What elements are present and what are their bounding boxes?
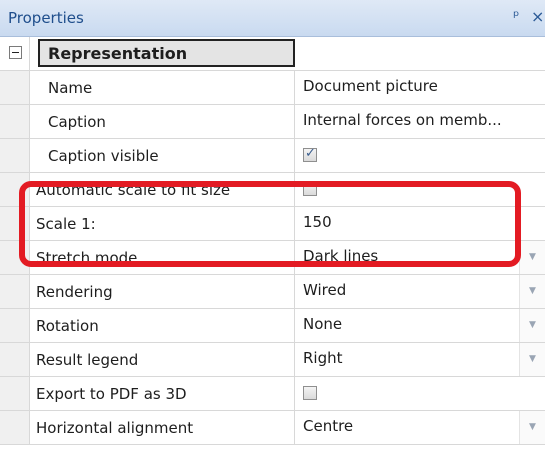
export-pdf-3d-checkbox[interactable] xyxy=(303,386,317,400)
panel-title: Properties xyxy=(8,9,84,27)
property-value xyxy=(295,139,545,172)
property-value[interactable]: Dark lines ▼ xyxy=(295,241,545,274)
property-name: Scale 1: xyxy=(30,207,295,240)
dropdown-arrow-icon[interactable]: ▼ xyxy=(519,411,545,444)
property-row-export-pdf-3d[interactable]: Export to PDF as 3D xyxy=(0,377,545,411)
category-row-representation[interactable]: Representation xyxy=(0,37,545,71)
property-value[interactable]: None ▼ xyxy=(295,309,545,342)
pin-icon[interactable]: ᵖ xyxy=(513,7,519,25)
property-row-caption[interactable]: Caption Internal forces on memb... xyxy=(0,105,545,139)
dropdown-value: Wired xyxy=(303,281,347,299)
property-name: Caption visible xyxy=(30,139,295,172)
property-name: Rendering xyxy=(30,275,295,308)
row-gutter xyxy=(0,377,30,410)
row-gutter xyxy=(0,411,30,444)
property-name: Export to PDF as 3D xyxy=(30,377,295,410)
property-row-caption-visible[interactable]: Caption visible xyxy=(0,139,545,173)
property-row-automatic-scale[interactable]: Automatic scale to fit size xyxy=(0,173,545,207)
property-name: Caption xyxy=(30,105,295,138)
property-name: Horizontal alignment xyxy=(30,411,295,444)
property-value[interactable]: Internal forces on memb... xyxy=(295,105,545,138)
row-gutter xyxy=(0,139,30,172)
row-gutter xyxy=(0,343,30,376)
automatic-scale-checkbox[interactable] xyxy=(303,182,317,196)
dropdown-arrow-icon[interactable]: ▼ xyxy=(519,275,545,308)
row-gutter xyxy=(0,275,30,308)
category-gutter xyxy=(0,37,30,70)
property-row-rotation[interactable]: Rotation None ▼ xyxy=(0,309,545,343)
row-gutter xyxy=(0,207,30,240)
row-gutter xyxy=(0,309,30,342)
property-value[interactable]: Centre ▼ xyxy=(295,411,545,444)
row-gutter xyxy=(0,105,30,138)
dropdown-value: Right xyxy=(303,349,343,367)
property-row-stretch-mode[interactable]: Stretch mode Dark lines ▼ xyxy=(0,241,545,275)
caption-visible-checkbox[interactable] xyxy=(303,146,317,162)
close-icon[interactable]: × xyxy=(531,7,544,26)
dropdown-value: None xyxy=(303,315,343,333)
row-gutter xyxy=(0,241,30,274)
property-value xyxy=(295,173,545,206)
property-value xyxy=(295,377,545,410)
category-label[interactable]: Representation xyxy=(38,39,295,67)
dropdown-value: Dark lines xyxy=(303,247,379,265)
row-gutter xyxy=(0,173,30,206)
collapse-icon[interactable] xyxy=(9,46,22,59)
property-row-name[interactable]: Name Document picture xyxy=(0,71,545,105)
property-name: Automatic scale to fit size xyxy=(30,173,295,206)
property-name: Rotation xyxy=(30,309,295,342)
dropdown-arrow-icon[interactable]: ▼ xyxy=(519,343,545,376)
dropdown-value: Centre xyxy=(303,417,354,435)
properties-titlebar: Properties ᵖ × xyxy=(0,0,545,37)
property-value[interactable]: Document picture xyxy=(295,71,545,104)
property-row-horizontal-alignment[interactable]: Horizontal alignment Centre ▼ xyxy=(0,411,545,445)
property-value[interactable]: Right ▼ xyxy=(295,343,545,376)
property-value[interactable]: 150 xyxy=(295,207,545,240)
property-name: Result legend xyxy=(30,343,295,376)
property-row-result-legend[interactable]: Result legend Right ▼ xyxy=(0,343,545,377)
property-name: Name xyxy=(30,71,295,104)
dropdown-arrow-icon[interactable]: ▼ xyxy=(519,241,545,274)
property-row-scale[interactable]: Scale 1: 150 xyxy=(0,207,545,241)
row-gutter xyxy=(0,71,30,104)
property-row-rendering[interactable]: Rendering Wired ▼ xyxy=(0,275,545,309)
category-value-area xyxy=(295,37,545,70)
dropdown-arrow-icon[interactable]: ▼ xyxy=(519,309,545,342)
property-value[interactable]: Wired ▼ xyxy=(295,275,545,308)
property-name: Stretch mode xyxy=(30,241,295,274)
